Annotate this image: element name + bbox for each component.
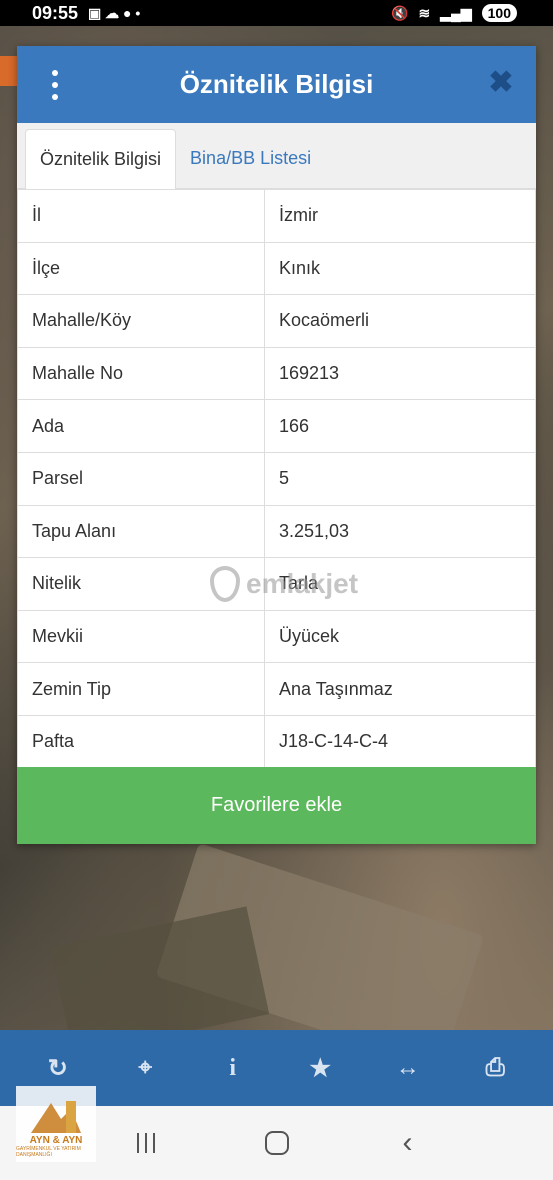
row-value: 5 (264, 451, 536, 506)
logo-subtitle: GAYRİMENKUL VE YATIRIM DANIŞMANLIĞI (16, 1146, 81, 1158)
dialog-header: Öznitelik Bilgisi ✖ (17, 46, 536, 123)
attribute-table: İl İzmir İlçe Kınık Mahalle/Köy Kocaömer… (17, 189, 536, 769)
logo-mark-icon (31, 1101, 81, 1133)
row-key: Zemin Tip (17, 662, 265, 716)
refresh-icon[interactable]: ↻ (38, 1048, 78, 1088)
row-key: Pafta (17, 714, 265, 769)
info-icon[interactable]: i (213, 1048, 253, 1088)
row-key: Mahalle/Köy (17, 294, 265, 348)
table-row: Zemin Tip Ana Taşınmaz (17, 662, 536, 716)
table-row: Mahalle No 169213 (17, 346, 536, 401)
tab-attribute-info[interactable]: Öznitelik Bilgisi (25, 129, 177, 189)
row-key: İl (17, 189, 265, 243)
table-row: Mevkii Üyücek (17, 609, 536, 664)
status-time: 09:55 (32, 2, 79, 23)
row-key: Mevkii (17, 609, 265, 664)
row-value: Tarla (264, 557, 536, 611)
row-value: Kocaömerli (264, 294, 536, 348)
measure-icon[interactable]: ↔ (388, 1048, 428, 1088)
mute-icon: 🔇 (391, 4, 409, 21)
table-row: Nitelik Tarla (17, 557, 536, 611)
tab-building-list[interactable]: Bina/BB Listesi (176, 128, 325, 188)
table-row: Parsel 5 (17, 451, 536, 506)
dialog-title: Öznitelik Bilgisi (179, 69, 374, 99)
row-key: İlçe (17, 241, 265, 296)
row-key: Mahalle No (17, 346, 265, 401)
row-value: Ana Taşınmaz (264, 662, 536, 716)
back-button[interactable]: ‹ (388, 1123, 428, 1163)
table-row: Ada 166 (17, 399, 536, 453)
recent-apps-button[interactable] (126, 1123, 166, 1163)
star-icon[interactable]: ★ (300, 1048, 340, 1088)
wifi-icon: ≋ (418, 4, 431, 21)
tab-bar: Öznitelik Bilgisi Bina/BB Listesi (17, 123, 536, 189)
row-value: J18-C-14-C-4 (264, 714, 536, 769)
status-bar: 09:55 ▣ ☁ ● • 🔇 ≋ ▂▄▆ 100 (0, 0, 553, 26)
add-to-favorites-button[interactable]: Favorilere ekle (17, 767, 536, 844)
row-key: Ada (17, 399, 265, 453)
crosshair-icon[interactable]: ⌖ (125, 1048, 165, 1088)
battery-indicator: 100 (481, 4, 517, 22)
table-row: Pafta J18-C-14-C-4 (17, 714, 536, 769)
table-row: Mahalle/Köy Kocaömerli (17, 294, 536, 348)
row-value: 166 (264, 399, 536, 453)
row-value: Üyücek (264, 609, 536, 664)
more-menu-icon[interactable] (45, 70, 65, 100)
row-value: 169213 (264, 346, 536, 401)
row-key: Tapu Alanı (17, 504, 265, 559)
logo-name: AYN & AYN (29, 1135, 83, 1146)
notification-icons: ▣ ☁ ● • (88, 4, 141, 21)
table-row: İl İzmir (17, 189, 536, 243)
row-value: 3.251,03 (264, 504, 536, 559)
table-row: Tapu Alanı 3.251,03 (17, 504, 536, 559)
print-icon[interactable]: ⎙ (475, 1048, 515, 1088)
attribute-dialog: Öznitelik Bilgisi ✖ Öznitelik Bilgisi Bi… (17, 46, 536, 844)
row-key: Parsel (17, 451, 265, 506)
row-key: Nitelik (17, 557, 265, 611)
row-value: Kınık (264, 241, 536, 296)
company-logo: AYN & AYN GAYRİMENKUL VE YATIRIM DANIŞMA… (16, 1086, 96, 1162)
row-value: İzmir (264, 189, 536, 243)
signal-icon: ▂▄▆ (440, 4, 472, 21)
table-row: İlçe Kınık (17, 241, 536, 296)
close-icon[interactable]: ✖ (486, 68, 516, 98)
home-button[interactable] (257, 1123, 297, 1163)
